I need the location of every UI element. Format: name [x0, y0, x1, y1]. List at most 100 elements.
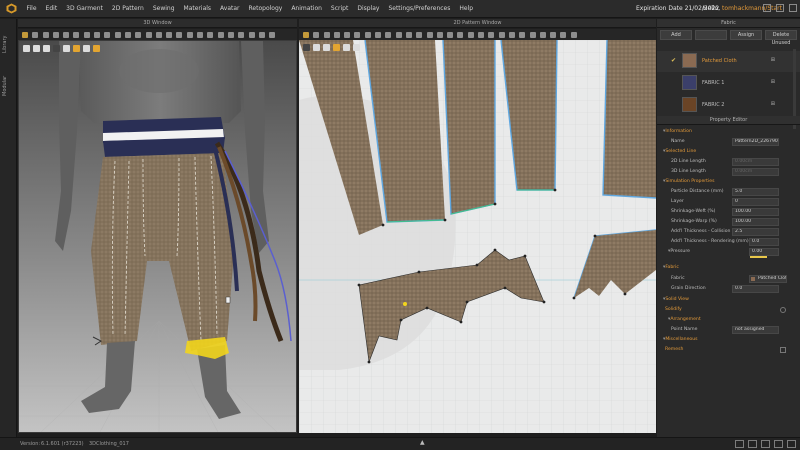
button-tool-icon[interactable]	[124, 31, 131, 38]
fabric-display-icon[interactable]	[313, 44, 320, 51]
trace-2d-icon[interactable]	[395, 31, 402, 38]
sew-tool-icon[interactable]	[83, 31, 90, 38]
move-tool-icon[interactable]	[32, 31, 39, 38]
avatar-tool-icon[interactable]	[238, 31, 245, 38]
pressure-field[interactable]: 0.00	[749, 248, 779, 256]
menu-2d-pattern[interactable]: 2D Pattern	[107, 0, 148, 18]
grid-display-icon[interactable]	[343, 44, 350, 51]
fabric-item-1[interactable]: FABRIC 1 ⊞	[657, 73, 800, 94]
avatar-silhouette-icon[interactable]	[353, 44, 360, 51]
fabric-item-2[interactable]: FABRIC 2 ⊞	[657, 95, 800, 116]
collision-field[interactable]: 2.5	[732, 228, 779, 236]
solidify-toggle[interactable]	[780, 307, 786, 313]
render-mode-icon[interactable]	[33, 45, 40, 52]
layout-1-icon[interactable]	[735, 440, 744, 448]
symmetric-icon[interactable]	[529, 31, 536, 38]
layer-field[interactable]: 0	[732, 198, 779, 206]
delete-unused-button[interactable]: Delete Unused	[765, 30, 797, 46]
arrange-icon[interactable]	[248, 31, 255, 38]
record-icon[interactable]	[258, 31, 265, 38]
menu-settings-preferences[interactable]: Settings/Preferences	[384, 0, 455, 18]
section-misc[interactable]: Miscellaneous	[657, 335, 800, 345]
warp-field[interactable]: 100.00	[732, 218, 779, 226]
brush-tool-icon[interactable]	[73, 31, 80, 38]
lock-gizmo-icon[interactable]	[225, 296, 231, 304]
curve-icon[interactable]	[114, 31, 121, 38]
pressure-row[interactable]: Pressure0.00	[657, 247, 800, 258]
graphic-tool-icon[interactable]	[186, 31, 193, 38]
rendering-field[interactable]: 0.0	[749, 238, 779, 246]
segment-icon[interactable]	[104, 31, 111, 38]
zipper-tool-icon[interactable]	[135, 31, 142, 38]
add-fabric-button[interactable]: Add	[660, 30, 692, 40]
ruler-icon[interactable]	[478, 31, 485, 38]
check-sewing-icon[interactable]	[426, 31, 433, 38]
particle-field[interactable]: 5.0	[732, 188, 779, 196]
sync-icon[interactable]	[560, 31, 567, 38]
app-logo-icon[interactable]	[0, 0, 22, 18]
grain-field[interactable]: 0.0	[732, 285, 779, 293]
menu-retopology[interactable]: Retopology	[244, 0, 287, 18]
layout-3-icon[interactable]	[761, 440, 770, 448]
puckering-icon[interactable]	[197, 31, 204, 38]
section-arrangement[interactable]: Arrangement	[657, 315, 800, 325]
name-field[interactable]: Pattern2D_226790	[732, 138, 779, 146]
circle-icon[interactable]	[364, 31, 371, 38]
texture-display-icon[interactable]	[63, 45, 70, 52]
weft-field[interactable]: 100.00	[732, 208, 779, 216]
light-icon[interactable]	[73, 45, 80, 52]
menu-display[interactable]: Display	[353, 0, 384, 18]
baseline-icon[interactable]	[550, 31, 557, 38]
zipper-2d-icon[interactable]	[498, 31, 505, 38]
elastic-icon[interactable]	[217, 31, 224, 38]
disabled-fabric-button[interactable]	[695, 30, 727, 40]
maximize-icon[interactable]	[776, 4, 784, 12]
dart-icon[interactable]	[385, 31, 392, 38]
pattern-settings-icon[interactable]	[570, 31, 577, 38]
rail-tab-library[interactable]: Library	[2, 25, 14, 63]
section-information[interactable]: Information	[657, 127, 800, 137]
section-solid-view[interactable]: Solid View	[657, 295, 800, 305]
pattern-viewport[interactable]	[299, 40, 656, 433]
sun-icon[interactable]	[93, 45, 100, 52]
pattern-piece-5[interactable]	[603, 40, 656, 198]
minimize-icon[interactable]	[763, 4, 771, 12]
line-3d-field[interactable]: 0.00cm	[732, 168, 779, 176]
mesh-display-icon[interactable]	[323, 44, 330, 51]
close-icon[interactable]	[789, 4, 797, 12]
avatar-display-icon[interactable]	[43, 45, 50, 52]
strengthen-icon[interactable]	[227, 31, 234, 38]
section-selected-line[interactable]: Selected Line	[657, 147, 800, 157]
visibility-icon[interactable]: ⊞	[771, 101, 775, 107]
seam-allowance-icon[interactable]	[508, 31, 515, 38]
edit-curvature-icon[interactable]	[323, 31, 330, 38]
transform-pattern-icon[interactable]	[303, 31, 309, 38]
selected-point[interactable]	[403, 302, 407, 306]
pattern-annotation-icon[interactable]	[457, 31, 464, 38]
line-2d-field[interactable]: 0.00cm	[732, 158, 779, 166]
menu-materials[interactable]: Materials	[179, 0, 216, 18]
menu-script[interactable]: Script	[326, 0, 352, 18]
menu-animation[interactable]: Animation	[287, 0, 327, 18]
menu-file[interactable]: File	[22, 0, 41, 18]
grading-icon[interactable]	[467, 31, 474, 38]
rectangle-icon[interactable]	[354, 31, 361, 38]
garment-display-icon[interactable]	[53, 45, 60, 52]
layout-2-icon[interactable]	[748, 440, 757, 448]
measure-icon[interactable]	[155, 31, 162, 38]
remesh-checkbox[interactable]	[780, 347, 786, 353]
expand-up-icon[interactable]: ▲	[420, 439, 425, 446]
fullscreen-icon[interactable]	[787, 440, 796, 448]
section-simulation[interactable]: Simulation Properties	[657, 177, 800, 187]
pattern-piece-3[interactable]	[443, 40, 495, 214]
menu-3d-garment[interactable]: 3D Garment	[62, 0, 108, 18]
snapshot-icon[interactable]	[269, 31, 276, 38]
menu-avatar[interactable]: Avatar	[216, 0, 244, 18]
internal-polygon-icon[interactable]	[375, 31, 382, 38]
section-fabric[interactable]: Fabric	[657, 263, 800, 273]
sewing-display-icon[interactable]	[333, 44, 340, 51]
notch-icon[interactable]	[539, 31, 546, 38]
select-tool-icon[interactable]	[22, 31, 28, 38]
edit-texture-icon[interactable]	[436, 31, 443, 38]
edit-point-icon[interactable]	[313, 31, 320, 38]
